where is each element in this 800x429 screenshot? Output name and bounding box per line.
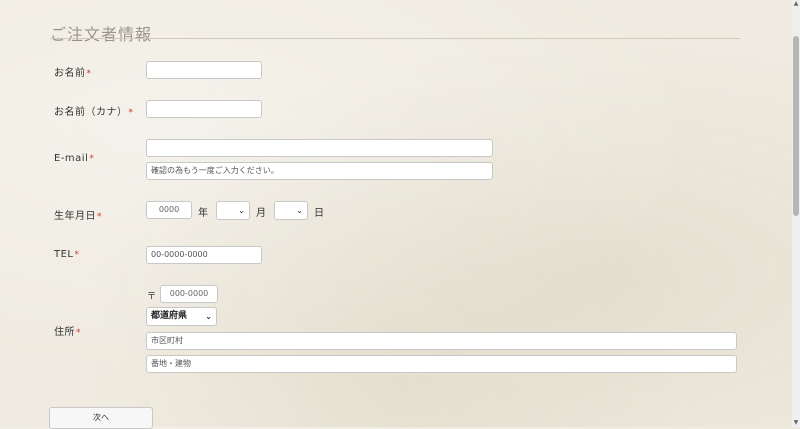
address-label: 住所* (54, 323, 81, 338)
tel-label: TEL* (54, 249, 80, 260)
email-label-text: E-mail (54, 153, 89, 164)
prefecture-value: 都道府県 (151, 311, 188, 321)
address-label-text: 住所 (54, 327, 75, 338)
birth-month-select[interactable]: ⌄ (216, 201, 250, 220)
required-mark: * (74, 250, 80, 260)
prefecture-select[interactable]: 都道府県 ⌄ (146, 307, 217, 326)
postal-code-input[interactable]: 000-0000 (160, 285, 218, 303)
scroll-up-icon[interactable]: ▲ (793, 0, 799, 8)
year-unit: 年 (198, 208, 208, 219)
email-input[interactable] (146, 139, 493, 157)
required-mark: * (76, 328, 81, 338)
birthday-label: 生年月日* (54, 207, 102, 222)
chevron-down-icon: ⌄ (205, 312, 212, 321)
kana-input[interactable] (146, 100, 262, 118)
kana-label-text: お名前（カナ） (54, 107, 128, 118)
tel-input[interactable]: 00-0000-0000 (146, 246, 262, 264)
section-divider (50, 38, 740, 39)
month-unit: 月 (256, 208, 266, 219)
required-mark: * (86, 69, 92, 79)
scrollbar[interactable]: ▲ ▼ (792, 0, 800, 427)
required-mark: * (97, 212, 102, 222)
postal-mark: 〒 (147, 292, 157, 302)
birthday-label-text: 生年月日 (54, 211, 96, 222)
birth-day-select[interactable]: ⌄ (274, 201, 308, 220)
kana-label: お名前（カナ）* (54, 103, 134, 118)
required-mark: * (89, 154, 95, 164)
scroll-thumb[interactable] (793, 36, 799, 216)
name-label-text: お名前 (54, 68, 86, 79)
street-input[interactable]: 番地・建物 (146, 355, 737, 373)
email-label: E-mail* (54, 153, 94, 164)
section-title: ご注文者情報 (50, 25, 153, 44)
next-button[interactable]: 次へ (49, 407, 153, 429)
required-mark: * (128, 108, 134, 118)
day-unit: 日 (314, 208, 324, 219)
name-input[interactable] (146, 61, 262, 79)
scroll-down-icon[interactable]: ▼ (793, 419, 799, 427)
chevron-down-icon: ⌄ (238, 206, 245, 215)
birth-year-input[interactable]: 0000 (146, 201, 192, 219)
chevron-down-icon: ⌄ (296, 206, 303, 215)
city-input[interactable]: 市区町村 (146, 332, 737, 350)
tel-label-text: TEL (54, 249, 74, 260)
name-label: お名前* (54, 64, 92, 79)
email-confirm-input[interactable]: 確認の為もう一度ご入力ください。 (146, 162, 493, 180)
